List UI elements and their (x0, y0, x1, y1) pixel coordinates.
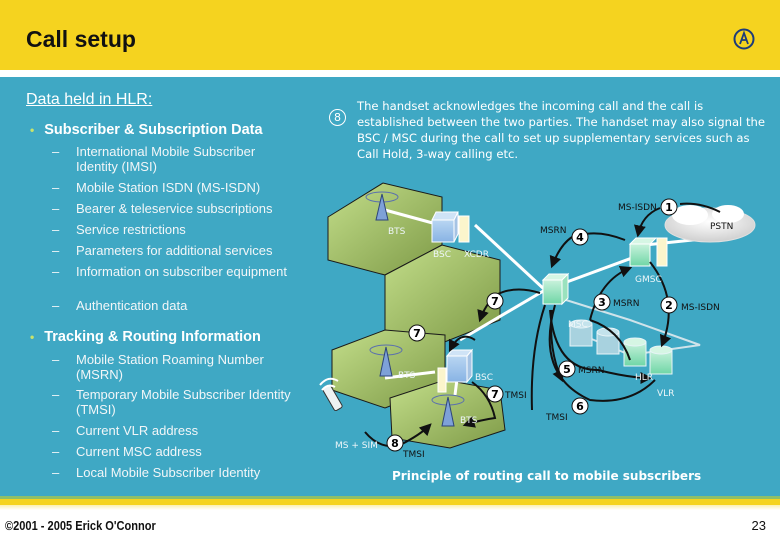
bullet-icon: • (30, 123, 35, 137)
step-badge-3: 3 (593, 293, 611, 311)
svg-text:7: 7 (413, 327, 421, 340)
list-item-text: Local Mobile Subscriber Identity (76, 465, 261, 480)
svg-text:1: 1 (665, 201, 673, 214)
page-number: 23 (751, 518, 766, 533)
list-item-text: Authentication data (76, 298, 188, 313)
page-title: Call setup (26, 26, 136, 52)
step-badge-5: 5 (558, 360, 576, 378)
dash-icon: – (52, 180, 60, 195)
bullet-subscriber-data: • Subscriber & Subscription Data (30, 122, 263, 138)
svg-text:6: 6 (576, 400, 584, 413)
list-item-text: Mobile Station ISDN (MS-ISDN) (76, 180, 261, 195)
dash-icon: – (52, 423, 60, 438)
step-badge-7a: 7 (486, 292, 504, 310)
xcdr-node (458, 215, 470, 243)
svg-text:7: 7 (491, 295, 499, 308)
svg-text:8: 8 (391, 437, 399, 450)
pstn-label: PSTN (710, 222, 733, 232)
header-bar: Call setup (0, 0, 780, 70)
circle-a-logo-icon (733, 28, 755, 50)
step-badge-6: 6 (571, 397, 589, 415)
bts-label: BTS (388, 227, 406, 237)
step-label: TMSI (545, 413, 568, 423)
step-badge-4: 4 (571, 228, 589, 246)
svg-text:4: 4 (576, 231, 584, 244)
step-badge-2: 2 (660, 296, 678, 314)
database-icon (596, 327, 620, 355)
divider-stripe (0, 505, 780, 510)
svg-text:7: 7 (491, 388, 499, 401)
vlr-database-icon (649, 345, 673, 375)
step-badge-7c: 7 (486, 385, 504, 403)
step-badge-8: 8 (386, 434, 404, 452)
dash-icon: – (52, 201, 60, 216)
step-label: MS-ISDN (681, 303, 720, 313)
list-item-text: Bearer & teleservice subscriptions (76, 201, 273, 216)
xcdr-label: XCDR (464, 250, 489, 260)
dash-icon: – (52, 264, 60, 279)
routing-diagram: 1 2 3 4 5 6 7 7 7 8 MS-ISDN MS-ISDN MSRN… (319, 182, 756, 460)
dash-icon: – (52, 352, 60, 367)
divider-stripe (0, 70, 780, 77)
dash-icon: – (52, 243, 60, 258)
msc-label: MSC (568, 320, 588, 330)
bsc-label: BSC (433, 250, 451, 260)
step-badge-1: 1 (660, 198, 678, 216)
bsc-label: BSC (475, 373, 493, 383)
step-label: TMSI (504, 391, 527, 401)
dash-icon: – (52, 144, 60, 159)
bsc-node (431, 211, 459, 243)
step-label: MSRN (540, 226, 566, 236)
list-item-text: Current VLR address (76, 423, 199, 438)
vlr-label: VLR (657, 389, 674, 399)
step-label: MS-ISDN (618, 203, 657, 213)
svg-text:5: 5 (563, 363, 571, 376)
step-badge-7b: 7 (408, 324, 426, 342)
bullet-tracking-routing: • Tracking & Routing Information (30, 329, 261, 345)
step-number-badge: 8 (329, 109, 346, 126)
step-label: MSRN (578, 366, 604, 376)
bts-label: BTS (460, 416, 478, 426)
dash-icon: – (52, 387, 60, 402)
bullet-label: Subscriber & Subscription Data (44, 122, 263, 138)
list-item-text: Temporary Mobile Subscriber Identity (TM… (76, 387, 291, 417)
dash-icon: – (52, 222, 60, 237)
bts-label: BTS (398, 371, 416, 381)
gmsc-node (628, 237, 668, 267)
list-item-text: Mobile Station Roaming Number (MSRN) (76, 352, 264, 382)
dash-icon: – (52, 465, 60, 480)
copyright-text: ©2001 - 2005 Erick O'Connor (5, 518, 156, 533)
list-item-text: Parameters for additional services (76, 243, 273, 258)
section-heading: Data held in HLR: (26, 91, 153, 108)
ms-label: MS + SIM (335, 441, 378, 451)
gmsc-label: GMSC (635, 275, 662, 285)
list-item-text: Current MSC address (76, 444, 202, 459)
dash-icon: – (52, 298, 60, 313)
step-label: MSRN (613, 299, 639, 309)
list-item-text: Information on subscriber equipment (76, 264, 288, 279)
svg-text:2: 2 (665, 299, 673, 312)
diagram-caption: Principle of routing call to mobile subs… (392, 469, 702, 483)
dash-icon: – (52, 444, 60, 459)
hlr-label: HLR (635, 373, 653, 383)
bullet-icon: • (30, 330, 35, 344)
step-label: TMSI (402, 450, 425, 460)
step-description: The handset acknowledges the incoming ca… (357, 99, 765, 161)
bullet-label: Tracking & Routing Information (44, 329, 261, 345)
svg-text:3: 3 (598, 296, 606, 309)
list-item-text: Service restrictions (76, 222, 186, 237)
msc-node (541, 272, 570, 306)
list-item-text: International Mobile Subscriber Identity… (76, 144, 256, 174)
